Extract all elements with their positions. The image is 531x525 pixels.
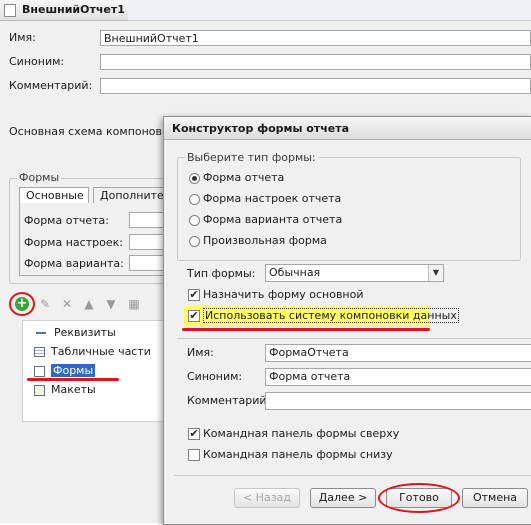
tab-additional[interactable]: Дополнител [93, 187, 165, 204]
tree-item-label: Макеты [51, 383, 96, 396]
report-form-designer-dialog: Конструктор формы отчета Выберите тип фо… [163, 116, 531, 525]
radio-button [189, 235, 200, 247]
comment-field[interactable] [100, 78, 531, 94]
radio-button [189, 214, 200, 226]
radio-label: Форма отчета [203, 171, 285, 184]
checkbox-label: Назначить форму основной [203, 288, 364, 301]
tree-item-attributes[interactable]: Реквизиты [34, 324, 116, 341]
checkbox [188, 449, 200, 461]
comment-label: Комментарий: [9, 79, 93, 92]
settings-form-field[interactable] [129, 234, 165, 250]
tree-item-forms[interactable]: Формы [34, 362, 96, 379]
window-tab[interactable]: ВнешнийОтчет1 * [0, 0, 135, 21]
tab-main[interactable]: Основные [19, 187, 89, 204]
dialog-title: Конструктор формы отчета [172, 122, 350, 135]
form-kind-label: Тип формы: [187, 267, 256, 280]
separator [174, 475, 531, 476]
plus-circle-icon: + [15, 296, 29, 311]
main-schema-label: Основная схема компоновки, [9, 125, 180, 138]
radio-report-form[interactable]: Форма отчета [189, 170, 284, 186]
radio-variant-form[interactable]: Форма варианта отчета [189, 212, 342, 228]
attribute-icon [34, 327, 48, 339]
x-icon[interactable]: ✕ [60, 297, 74, 311]
checkbox: ✔ [188, 309, 200, 322]
tree-item-label: Формы [51, 364, 96, 377]
dialog-name-field[interactable]: ФормаОтчета [265, 344, 531, 362]
dialog-comment-field[interactable] [265, 392, 531, 410]
dialog-synonym-label: Синоним: [187, 370, 243, 383]
checkbox: ✔ [188, 427, 200, 440]
red-underline-annotation [182, 328, 430, 331]
window-tab-title: ВнешнийОтчет1 * [22, 3, 135, 16]
tree-item-label: Табличные части [51, 345, 151, 358]
next-button[interactable]: Далее > [310, 488, 376, 508]
arrow-down-icon[interactable]: ▼ [104, 297, 118, 311]
pencil-icon[interactable]: ✎ [38, 297, 52, 311]
set-main-checkbox[interactable]: ✔ Назначить форму основной [188, 287, 364, 303]
forms-group-caption: Формы [17, 171, 62, 184]
tab-strip [128, 0, 531, 21]
checkbox-label: Командная панель формы сверху [203, 427, 400, 440]
report-form-field[interactable] [129, 212, 165, 228]
checkbox-label: Использовать систему компоновки данных [203, 308, 459, 323]
cmd-panel-top-checkbox[interactable]: ✔ Командная панель формы сверху [188, 426, 399, 442]
form-type-group-caption: Выберите тип формы: [185, 151, 318, 164]
form-icon [34, 365, 45, 377]
form-kind-select[interactable]: Обычная ▼ [265, 264, 444, 282]
radio-label: Произвольная форма [203, 234, 327, 247]
dialog-synonym-field[interactable]: Форма отчета [265, 368, 531, 386]
cancel-button[interactable]: Отмена [462, 488, 528, 508]
settings-form-label: Форма настроек: [24, 236, 123, 249]
radio-label: Форма настроек отчета [203, 192, 342, 205]
checkbox: ✔ [188, 288, 200, 301]
radio-button [189, 172, 200, 184]
dialog-name-label: Имя: [187, 346, 214, 359]
add-button[interactable]: + [9, 292, 35, 318]
tree-item-tabular-sections[interactable]: Табличные части [34, 343, 151, 360]
dialog-title-bar: Конструктор формы отчета [164, 117, 531, 140]
tree-item-templates[interactable]: Макеты [34, 381, 96, 398]
radio-custom-form[interactable]: Произвольная форма [189, 233, 327, 249]
red-oval-annotation [378, 483, 460, 513]
radio-button [189, 193, 200, 205]
separator [177, 338, 531, 339]
variant-form-label: Форма варианта: [24, 257, 124, 270]
report-form-label: Форма отчета: [24, 214, 109, 227]
name-field[interactable]: ВнешнийОтчет1 [100, 30, 531, 46]
cmd-panel-bottom-checkbox[interactable]: Командная панель формы снизу [188, 447, 393, 463]
synonym-label: Синоним: [9, 55, 65, 68]
template-icon [34, 384, 45, 396]
variant-form-field[interactable] [129, 255, 165, 271]
use-dcs-checkbox[interactable]: ✔ Использовать систему компоновки данных [188, 308, 459, 324]
form-kind-value: Обычная [269, 266, 321, 279]
radio-settings-form[interactable]: Форма настроек отчета [189, 191, 341, 207]
synonym-field[interactable] [100, 54, 531, 70]
document-icon [4, 4, 16, 17]
tree-item-label: Реквизиты [54, 326, 116, 339]
dialog-comment-label: Комментарий: [187, 394, 271, 407]
back-button[interactable]: < Назад [234, 488, 300, 508]
chevron-down-icon[interactable]: ▼ [428, 265, 443, 281]
radio-label: Форма варианта отчета [203, 213, 343, 226]
arrow-up-icon[interactable]: ▲ [82, 297, 96, 311]
name-label: Имя: [9, 31, 36, 44]
checkbox-label: Командная панель формы снизу [203, 448, 393, 461]
list-icon[interactable]: ▦ [127, 297, 141, 311]
table-icon [34, 347, 45, 357]
